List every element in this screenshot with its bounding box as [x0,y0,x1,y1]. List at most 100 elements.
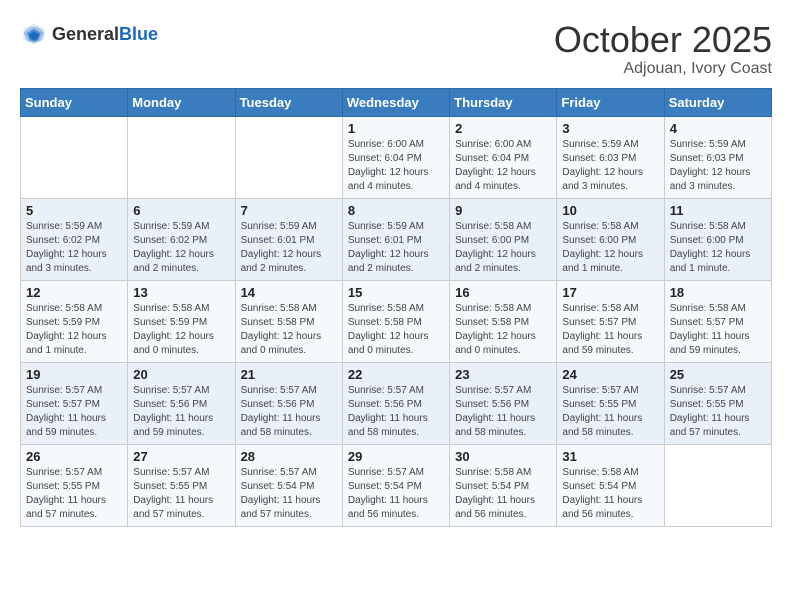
day-info: Sunrise: 5:57 AM Sunset: 5:55 PM Dayligh… [670,384,766,440]
day-number: 28 [241,449,337,464]
day-cell: 19 Sunrise: 5:57 AM Sunset: 5:57 PM Dayli… [21,362,128,444]
day-number: 12 [26,285,122,300]
week-row-0: 1 Sunrise: 6:00 AM Sunset: 6:04 PM Daylig… [21,116,772,198]
day-info: Sunrise: 5:57 AM Sunset: 5:56 PM Dayligh… [133,384,229,440]
header: General Blue October 2025 Adjouan, Ivory… [20,20,772,78]
week-row-1: 5 Sunrise: 5:59 AM Sunset: 6:02 PM Daylig… [21,198,772,280]
day-cell: 23 Sunrise: 5:57 AM Sunset: 5:56 PM Dayli… [450,362,557,444]
day-info: Sunrise: 5:59 AM Sunset: 6:02 PM Dayligh… [26,220,122,276]
day-cell: 10 Sunrise: 5:58 AM Sunset: 6:00 PM Dayli… [557,198,664,280]
day-number: 9 [455,203,551,218]
day-cell: 11Sunrise: 5:58 AM Sunset: 6:00 PM Dayli… [664,198,771,280]
day-number: 18 [670,285,766,300]
day-number: 23 [455,367,551,382]
day-number: 2 [455,121,551,136]
calendar-title: October 2025 [554,20,772,60]
logo-general: General [52,25,119,43]
day-info: Sunrise: 5:57 AM Sunset: 5:55 PM Dayligh… [133,466,229,522]
day-cell: 9 Sunrise: 5:58 AM Sunset: 6:00 PM Daylig… [450,198,557,280]
week-row-3: 19 Sunrise: 5:57 AM Sunset: 5:57 PM Dayli… [21,362,772,444]
day-info: Sunrise: 5:58 AM Sunset: 6:00 PM Dayligh… [562,220,658,276]
calendar-table: Sunday Monday Tuesday Wednesday Thursday… [20,88,772,527]
day-number: 30 [455,449,551,464]
day-info: Sunrise: 5:59 AM Sunset: 6:01 PM Dayligh… [241,220,337,276]
day-number: 31 [562,449,658,464]
day-info: Sunrise: 5:58 AM Sunset: 5:57 PM Dayligh… [670,302,766,358]
day-number: 24 [562,367,658,382]
logo-text: General Blue [52,25,158,43]
day-info: Sunrise: 5:58 AM Sunset: 5:57 PM Dayligh… [562,302,658,358]
day-number: 13 [133,285,229,300]
day-cell: 25 Sunrise: 5:57 AM Sunset: 5:55 PM Dayli… [664,362,771,444]
day-cell: 22Sunrise: 5:57 AM Sunset: 5:56 PM Dayli… [342,362,449,444]
day-number: 17 [562,285,658,300]
day-info: Sunrise: 6:00 AM Sunset: 6:04 PM Dayligh… [455,138,551,194]
header-sunday: Sunday [21,88,128,116]
day-info: Sunrise: 5:57 AM Sunset: 5:54 PM Dayligh… [241,466,337,522]
day-cell: 30 Sunrise: 5:58 AM Sunset: 5:54 PM Dayli… [450,444,557,526]
header-tuesday: Tuesday [235,88,342,116]
day-cell: 29Sunrise: 5:57 AM Sunset: 5:54 PM Dayli… [342,444,449,526]
day-info: Sunrise: 5:59 AM Sunset: 6:01 PM Dayligh… [348,220,444,276]
day-info: Sunrise: 5:58 AM Sunset: 5:54 PM Dayligh… [455,466,551,522]
day-cell: 7 Sunrise: 5:59 AM Sunset: 6:01 PM Daylig… [235,198,342,280]
week-row-2: 12Sunrise: 5:58 AM Sunset: 5:59 PM Dayli… [21,280,772,362]
day-cell: 17 Sunrise: 5:58 AM Sunset: 5:57 PM Dayli… [557,280,664,362]
day-number: 7 [241,203,337,218]
day-number: 19 [26,367,122,382]
day-number: 26 [26,449,122,464]
day-number: 25 [670,367,766,382]
day-number: 4 [670,121,766,136]
day-cell: 8 Sunrise: 5:59 AM Sunset: 6:01 PM Daylig… [342,198,449,280]
week-row-4: 26 Sunrise: 5:57 AM Sunset: 5:55 PM Dayli… [21,444,772,526]
day-cell: 28 Sunrise: 5:57 AM Sunset: 5:54 PM Dayli… [235,444,342,526]
day-cell: 27Sunrise: 5:57 AM Sunset: 5:55 PM Dayli… [128,444,235,526]
day-number: 22 [348,367,444,382]
day-info: Sunrise: 5:57 AM Sunset: 5:55 PM Dayligh… [562,384,658,440]
header-monday: Monday [128,88,235,116]
header-row: Sunday Monday Tuesday Wednesday Thursday… [21,88,772,116]
day-cell: 26 Sunrise: 5:57 AM Sunset: 5:55 PM Dayli… [21,444,128,526]
day-cell: 16Sunrise: 5:58 AM Sunset: 5:58 PM Dayli… [450,280,557,362]
day-cell: 15Sunrise: 5:58 AM Sunset: 5:58 PM Dayli… [342,280,449,362]
day-number: 14 [241,285,337,300]
calendar-subtitle: Adjouan, Ivory Coast [554,60,772,78]
day-cell: 13Sunrise: 5:58 AM Sunset: 5:59 PM Dayli… [128,280,235,362]
day-cell: 12Sunrise: 5:58 AM Sunset: 5:59 PM Dayli… [21,280,128,362]
day-cell: 18 Sunrise: 5:58 AM Sunset: 5:57 PM Dayli… [664,280,771,362]
day-number: 8 [348,203,444,218]
day-cell: 2 Sunrise: 6:00 AM Sunset: 6:04 PM Daylig… [450,116,557,198]
day-number: 21 [241,367,337,382]
header-thursday: Thursday [450,88,557,116]
day-info: Sunrise: 5:57 AM Sunset: 5:56 PM Dayligh… [455,384,551,440]
day-number: 5 [26,203,122,218]
day-info: Sunrise: 5:57 AM Sunset: 5:54 PM Dayligh… [348,466,444,522]
day-cell: 3Sunrise: 5:59 AM Sunset: 6:03 PM Daylig… [557,116,664,198]
day-cell: 5 Sunrise: 5:59 AM Sunset: 6:02 PM Daylig… [21,198,128,280]
day-cell [21,116,128,198]
day-cell: 24 Sunrise: 5:57 AM Sunset: 5:55 PM Dayli… [557,362,664,444]
day-info: Sunrise: 5:57 AM Sunset: 5:55 PM Dayligh… [26,466,122,522]
day-cell: 31Sunrise: 5:58 AM Sunset: 5:54 PM Dayli… [557,444,664,526]
header-wednesday: Wednesday [342,88,449,116]
title-area: October 2025 Adjouan, Ivory Coast [554,20,772,78]
day-info: Sunrise: 5:58 AM Sunset: 5:58 PM Dayligh… [455,302,551,358]
day-number: 6 [133,203,229,218]
day-info: Sunrise: 5:59 AM Sunset: 6:03 PM Dayligh… [670,138,766,194]
day-info: Sunrise: 5:58 AM Sunset: 6:00 PM Dayligh… [455,220,551,276]
day-info: Sunrise: 5:57 AM Sunset: 5:56 PM Dayligh… [241,384,337,440]
day-cell: 4 Sunrise: 5:59 AM Sunset: 6:03 PM Daylig… [664,116,771,198]
day-number: 10 [562,203,658,218]
day-info: Sunrise: 5:59 AM Sunset: 6:03 PM Dayligh… [562,138,658,194]
day-number: 1 [348,121,444,136]
day-info: Sunrise: 6:00 AM Sunset: 6:04 PM Dayligh… [348,138,444,194]
day-cell: 1 Sunrise: 6:00 AM Sunset: 6:04 PM Daylig… [342,116,449,198]
day-cell: 21 Sunrise: 5:57 AM Sunset: 5:56 PM Dayli… [235,362,342,444]
header-friday: Friday [557,88,664,116]
logo-blue: Blue [119,25,158,43]
day-info: Sunrise: 5:58 AM Sunset: 5:58 PM Dayligh… [241,302,337,358]
day-info: Sunrise: 5:58 AM Sunset: 5:58 PM Dayligh… [348,302,444,358]
day-cell: 20Sunrise: 5:57 AM Sunset: 5:56 PM Dayli… [128,362,235,444]
day-cell [128,116,235,198]
day-info: Sunrise: 5:57 AM Sunset: 5:57 PM Dayligh… [26,384,122,440]
